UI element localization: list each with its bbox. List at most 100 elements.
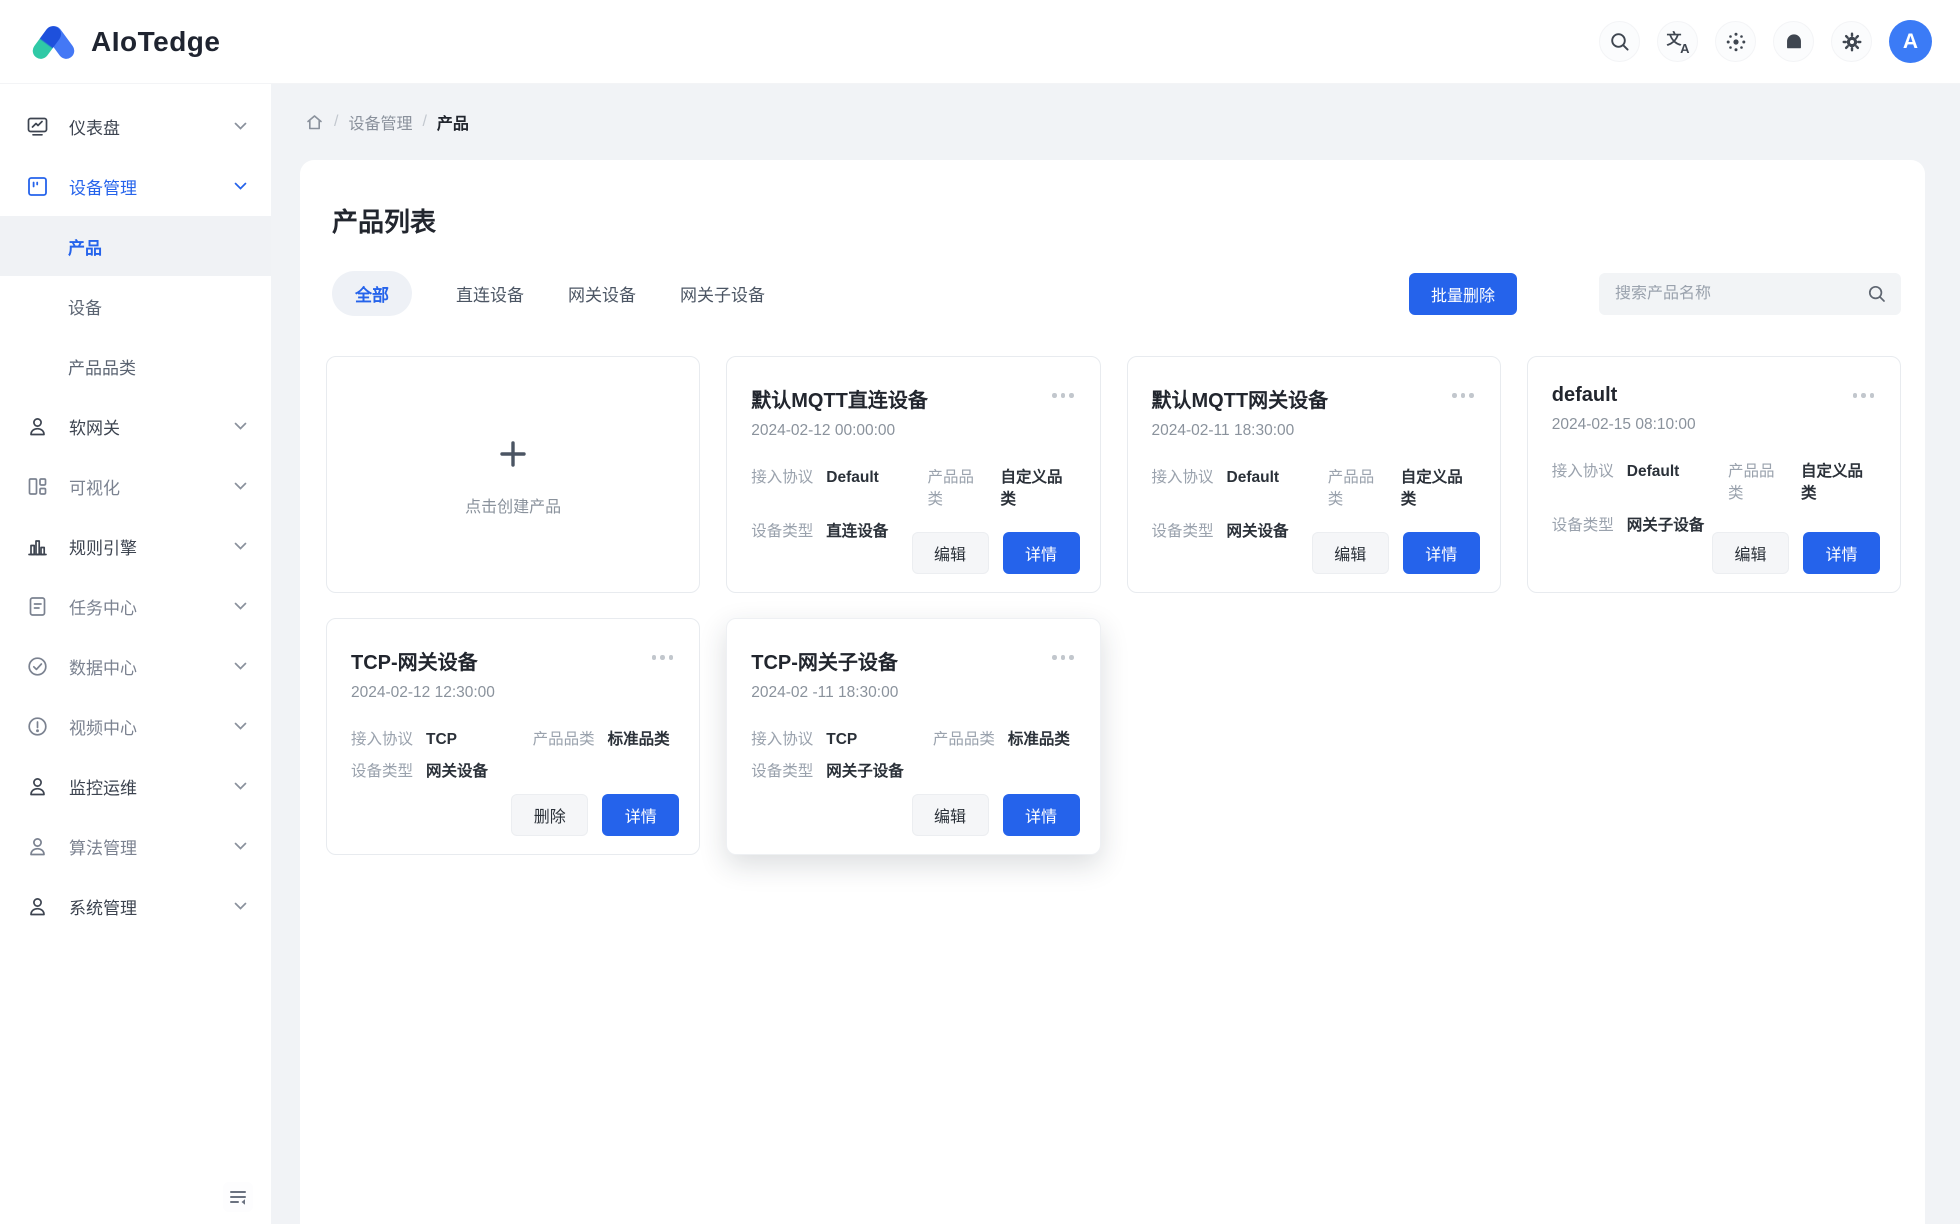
app-header: AIoTedge 文 A [0,0,1960,84]
person-icon [26,775,49,798]
chevron-down-icon [234,902,247,910]
breadcrumb: / 设备管理 / 产品 [271,84,1960,160]
person-icon [26,415,49,438]
chevron-down-icon [234,542,247,550]
chevron-down-icon [234,482,247,490]
search-icon [1609,31,1631,53]
visualization-icon [26,475,49,498]
product-card: TCP-网关设备 2024-02-12 12:30:00 接入协议TCP 产品品… [326,618,700,855]
device-type-value: 网关设备 [426,759,488,781]
more-menu-button[interactable] [1849,389,1879,402]
sidebar-item-device-management[interactable]: 设备管理 [0,156,271,216]
product-title: default [1552,384,1876,407]
more-menu-button[interactable] [1048,651,1078,664]
details-button[interactable]: 详情 [1003,532,1080,574]
brightness-icon [1725,31,1747,53]
chevron-down-icon [234,422,247,430]
home-icon[interactable] [305,113,324,132]
category-value: 自定义品类 [1801,459,1876,503]
sidebar-item-label: 软网关 [69,414,214,439]
edit-button[interactable]: 编辑 [912,532,989,574]
tab-direct-device[interactable]: 直连设备 [456,281,524,306]
more-menu-button[interactable] [648,651,678,664]
product-title: TCP-网关子设备 [751,646,1075,675]
language-button[interactable]: 文 A [1657,21,1698,62]
product-card-grid: 点击创建产品 默认MQTT直连设备 2024-02-12 00:00:00 接入… [326,356,1901,855]
create-product-label: 点击创建产品 [465,493,561,517]
filter-tabs: 全部 直连设备 网关设备 网关子设备 [332,271,765,316]
header-actions: 文 A [1599,20,1932,63]
sidebar-item-data-center[interactable]: 数据中心 [0,636,271,696]
chevron-down-icon [234,782,247,790]
chevron-down-icon [234,842,247,850]
person-icon [26,835,49,858]
category-value: 自定义品类 [1000,465,1075,509]
edit-button[interactable]: 编辑 [912,794,989,836]
device-type-value: 网关设备 [1227,519,1289,541]
category-value: 自定义品类 [1401,465,1476,509]
details-button[interactable]: 详情 [1403,532,1480,574]
sidebar-item-algorithm-management[interactable]: 算法管理 [0,816,271,876]
notifications-button[interactable] [1773,21,1814,62]
product-title: TCP-网关设备 [351,646,675,675]
collapse-sidebar-button[interactable] [223,1182,253,1212]
sidebar-item-label: 任务中心 [69,594,214,619]
delete-button[interactable]: 删除 [511,794,588,836]
more-menu-button[interactable] [1448,389,1478,402]
search-input[interactable] [1615,285,1867,303]
device-type-value: 网关子设备 [1627,513,1705,535]
protocol-value: Default [1227,469,1280,487]
sidebar-item-label: 系统管理 [69,894,214,919]
sidebar-item-rule-engine[interactable]: 规则引擎 [0,516,271,576]
sidebar-item-label: 数据中心 [69,654,214,679]
theme-button[interactable] [1715,21,1756,62]
settings-button[interactable] [1831,21,1872,62]
product-title: 默认MQTT网关设备 [1152,384,1476,413]
create-product-card[interactable]: 点击创建产品 [326,356,700,593]
sidebar-item-product[interactable]: 产品 [0,216,271,276]
tab-all[interactable]: 全部 [332,271,412,316]
more-menu-button[interactable] [1048,389,1078,402]
content-panel: 产品列表 全部 直连设备 网关设备 网关子设备 批量删除 [300,160,1925,1224]
main-area: / 设备管理 / 产品 产品列表 全部 直连设备 网关设备 网关子设备 批量删除 [271,84,1960,1224]
product-title: 默认MQTT直连设备 [751,384,1075,413]
sidebar-item-system-management[interactable]: 系统管理 [0,876,271,936]
app-logo: AIoTedge [30,21,220,62]
sidebar-item-video-center[interactable]: 视频中心 [0,696,271,756]
product-time: 2024-02 -11 18:30:00 [751,684,1075,702]
user-avatar[interactable]: A [1889,20,1932,63]
product-time: 2024-02-12 00:00:00 [751,422,1075,440]
sidebar-item-task-center[interactable]: 任务中心 [0,576,271,636]
search-icon[interactable] [1867,284,1887,304]
search-button[interactable] [1599,21,1640,62]
product-search [1599,273,1901,315]
protocol-value: Default [826,469,879,487]
edit-button[interactable]: 编辑 [1312,532,1389,574]
sidebar-item-device[interactable]: 设备 [0,276,271,336]
sidebar-item-soft-gateway[interactable]: 软网关 [0,396,271,456]
tab-gateway-sub-device[interactable]: 网关子设备 [680,281,765,306]
check-circle-icon [26,655,49,678]
document-icon [26,595,49,618]
sidebar-item-label: 规则引擎 [69,534,214,559]
sidebar-item-visualization[interactable]: 可视化 [0,456,271,516]
device-management-icon [26,175,49,198]
tab-gateway-device[interactable]: 网关设备 [568,281,636,306]
toolbar: 全部 直连设备 网关设备 网关子设备 批量删除 [326,271,1901,316]
breadcrumb-device-management[interactable]: 设备管理 [348,110,412,134]
details-button[interactable]: 详情 [1803,532,1880,574]
details-button[interactable]: 详情 [602,794,679,836]
details-button[interactable]: 详情 [1003,794,1080,836]
settings-gear-icon [1841,31,1863,53]
chevron-down-icon [234,122,247,130]
logo-text: AIoTedge [91,26,220,58]
batch-delete-button[interactable]: 批量删除 [1409,273,1517,315]
person-icon [26,895,49,918]
edit-button[interactable]: 编辑 [1712,532,1789,574]
sidebar-item-dashboard[interactable]: 仪表盘 [0,96,271,156]
sidebar-item-monitoring-ops[interactable]: 监控运维 [0,756,271,816]
product-time: 2024-02-12 12:30:00 [351,684,675,702]
chevron-down-icon [234,662,247,670]
device-type-value: 网关子设备 [826,759,904,781]
sidebar-item-product-category[interactable]: 产品品类 [0,336,271,396]
